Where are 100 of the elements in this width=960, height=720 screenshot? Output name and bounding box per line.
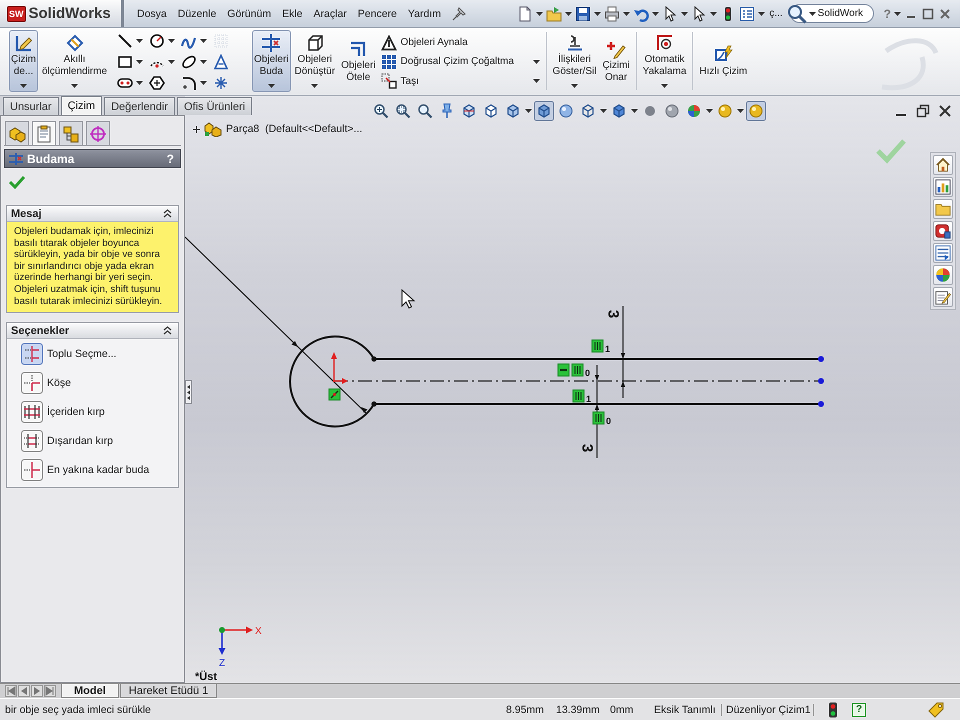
command-button[interactable]: Akıllı ölçümlendirme (40, 30, 110, 92)
overflow-button[interactable]: ç... (769, 8, 783, 19)
caret-icon[interactable] (600, 108, 607, 112)
menu-item[interactable]: Ekle (282, 8, 303, 20)
menu-item[interactable]: Dosya (137, 8, 167, 20)
dimension-line[interactable] (620, 306, 626, 398)
collapse-handle-icon[interactable] (185, 380, 192, 404)
arc-line[interactable] (289, 336, 375, 428)
caret-icon[interactable] (71, 84, 78, 88)
option-item[interactable]: Dışarıdan kırp (21, 430, 178, 452)
caret-icon[interactable] (631, 108, 638, 112)
caret-icon[interactable] (200, 60, 208, 64)
cube-icon[interactable] (534, 100, 554, 120)
search-field[interactable]: SolidWork (790, 4, 874, 23)
caret-icon[interactable] (594, 12, 602, 16)
triangle-icon[interactable] (213, 54, 230, 70)
option-item[interactable]: En yakına kadar buda (21, 459, 178, 482)
command-button[interactable]: Objeleri Buda (252, 30, 290, 92)
task-pane-button[interactable] (933, 177, 953, 197)
command-button[interactable]: Çizim de... (9, 30, 38, 92)
command-button[interactable]: Objeleri Dönüştür (292, 30, 338, 92)
caret-icon[interactable] (706, 108, 713, 112)
caret-icon[interactable] (532, 60, 540, 64)
panel-tab[interactable] (5, 121, 29, 145)
panel-tab[interactable] (32, 121, 56, 145)
circle-tool-icon[interactable] (149, 32, 166, 48)
rectangle-tool-icon[interactable] (117, 54, 134, 70)
close-icon[interactable] (938, 104, 952, 118)
command-button[interactable]: Çizimi Onar (600, 30, 632, 92)
expand-icon[interactable] (193, 126, 200, 132)
first-icon[interactable] (5, 685, 17, 697)
caret-icon[interactable] (532, 79, 540, 84)
caret-icon[interactable] (136, 38, 144, 42)
caret-icon[interactable] (20, 84, 27, 88)
panel-tab[interactable] (59, 121, 83, 145)
checkmark-icon[interactable] (9, 175, 25, 189)
tab[interactable]: Hareket Etüdü 1 (120, 684, 218, 698)
task-pane-button[interactable] (933, 265, 953, 285)
tree-item[interactable]: Parça8 (Default<<Default>... (226, 123, 362, 135)
dimension-line[interactable] (594, 365, 600, 458)
caret-icon[interactable] (571, 84, 578, 88)
caret-icon[interactable] (710, 12, 718, 16)
caret-icon[interactable] (525, 108, 532, 112)
command-button[interactable]: İlişkileri Göster/Sil (550, 30, 598, 92)
command-button[interactable]: Objeleri Ötele (339, 30, 378, 92)
section-header[interactable]: Seçenekler (7, 323, 178, 340)
line-tool-icon[interactable] (117, 32, 134, 48)
relation-icon[interactable] (592, 340, 604, 352)
caret-icon[interactable] (168, 60, 176, 64)
caret-icon[interactable] (661, 84, 668, 88)
task-pane-button[interactable] (933, 155, 953, 175)
tab[interactable]: Ofis Ürünleri (176, 97, 252, 115)
chevron-up-icon[interactable] (163, 209, 172, 218)
caret-icon[interactable] (652, 12, 660, 16)
caret-icon[interactable] (136, 60, 144, 64)
chevron-up-icon[interactable] (163, 326, 172, 336)
caret-icon[interactable] (268, 84, 275, 88)
endpoint-icon[interactable] (818, 401, 824, 407)
maximize-icon[interactable] (921, 6, 935, 20)
section-header[interactable]: Mesaj (7, 206, 178, 222)
caret-icon[interactable] (808, 12, 816, 16)
option-item[interactable]: Toplu Seçme... (21, 343, 178, 366)
task-pane-button[interactable] (933, 287, 953, 307)
endpoint-icon[interactable] (371, 401, 377, 407)
caret-icon[interactable] (200, 38, 208, 42)
relation-icon[interactable] (558, 364, 570, 376)
relation-icon[interactable] (572, 364, 584, 376)
traffic-light-icon[interactable] (828, 702, 838, 718)
hexagon-icon[interactable] (149, 74, 166, 90)
ellipse-tool-icon[interactable] (181, 54, 198, 70)
fillet-tool-icon[interactable] (181, 74, 198, 90)
next-icon[interactable] (31, 685, 43, 697)
checklist-icon[interactable] (739, 6, 756, 22)
blocks-icon[interactable] (204, 121, 222, 137)
task-pane-button[interactable] (933, 243, 953, 263)
endpoint-icon[interactable] (818, 378, 824, 384)
last-icon[interactable] (44, 685, 56, 697)
tab[interactable]: Çizim (60, 96, 102, 115)
relation-icon[interactable] (592, 412, 604, 424)
tab[interactable]: Değerlendir (104, 97, 175, 115)
menu-item[interactable]: Düzenle (178, 8, 216, 20)
caret-icon[interactable] (536, 12, 544, 16)
command-button[interactable]: Otomatik Yakalama (640, 30, 688, 92)
caret-icon[interactable] (623, 12, 630, 16)
command-button[interactable]: Hızlı Çizim (697, 30, 750, 92)
caret-icon[interactable] (168, 38, 176, 42)
restore-icon[interactable] (916, 104, 930, 118)
command-button[interactable]: Doğrusal Çizim Çoğaltma (380, 54, 514, 70)
help-button[interactable]: ? (166, 152, 174, 166)
previous-icon[interactable] (18, 685, 30, 697)
caret-icon[interactable] (136, 80, 144, 84)
printer-icon[interactable] (604, 6, 620, 22)
caret-icon[interactable] (894, 12, 901, 16)
endpoint-icon[interactable] (818, 356, 824, 362)
command-button[interactable]: Objeleri Aynala (380, 34, 468, 51)
caret-icon[interactable] (758, 12, 766, 16)
task-pane-button[interactable] (933, 221, 953, 241)
menu-item[interactable]: Görünüm (227, 8, 272, 20)
caret-icon[interactable] (200, 80, 208, 84)
tag-icon[interactable] (928, 702, 944, 718)
